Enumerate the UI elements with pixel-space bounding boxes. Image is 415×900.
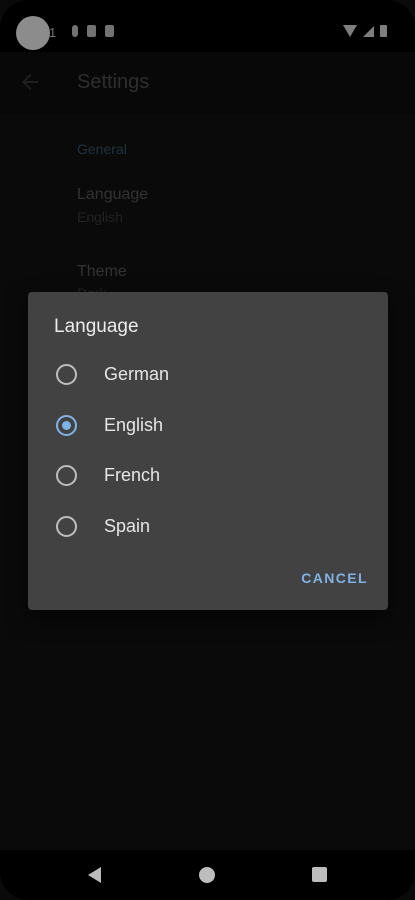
radio-checked-icon[interactable] [56,415,77,436]
option-english[interactable]: English [28,400,388,450]
radio-unchecked-icon[interactable] [56,364,77,385]
navigation-bar [0,850,415,900]
cancel-button[interactable]: CANCEL [301,570,368,586]
recents-square-icon[interactable] [312,867,327,882]
language-dialog: Language German English French Spain CAN… [28,292,388,610]
option-german[interactable]: German [28,349,388,399]
home-circle-icon[interactable] [199,867,215,883]
option-label: English [104,415,164,435]
radio-unchecked-icon[interactable] [56,516,77,537]
dialog-title: Language [54,316,139,337]
option-spain[interactable]: Spain [28,501,388,551]
option-french[interactable]: French [28,450,388,500]
option-label: Spain [104,516,151,536]
radio-unchecked-icon[interactable] [56,465,77,486]
option-label: French [104,465,161,485]
phone-screen: 1 Settings General Language English Them… [0,0,415,900]
back-triangle-icon[interactable] [88,867,101,883]
option-label: German [104,364,170,384]
